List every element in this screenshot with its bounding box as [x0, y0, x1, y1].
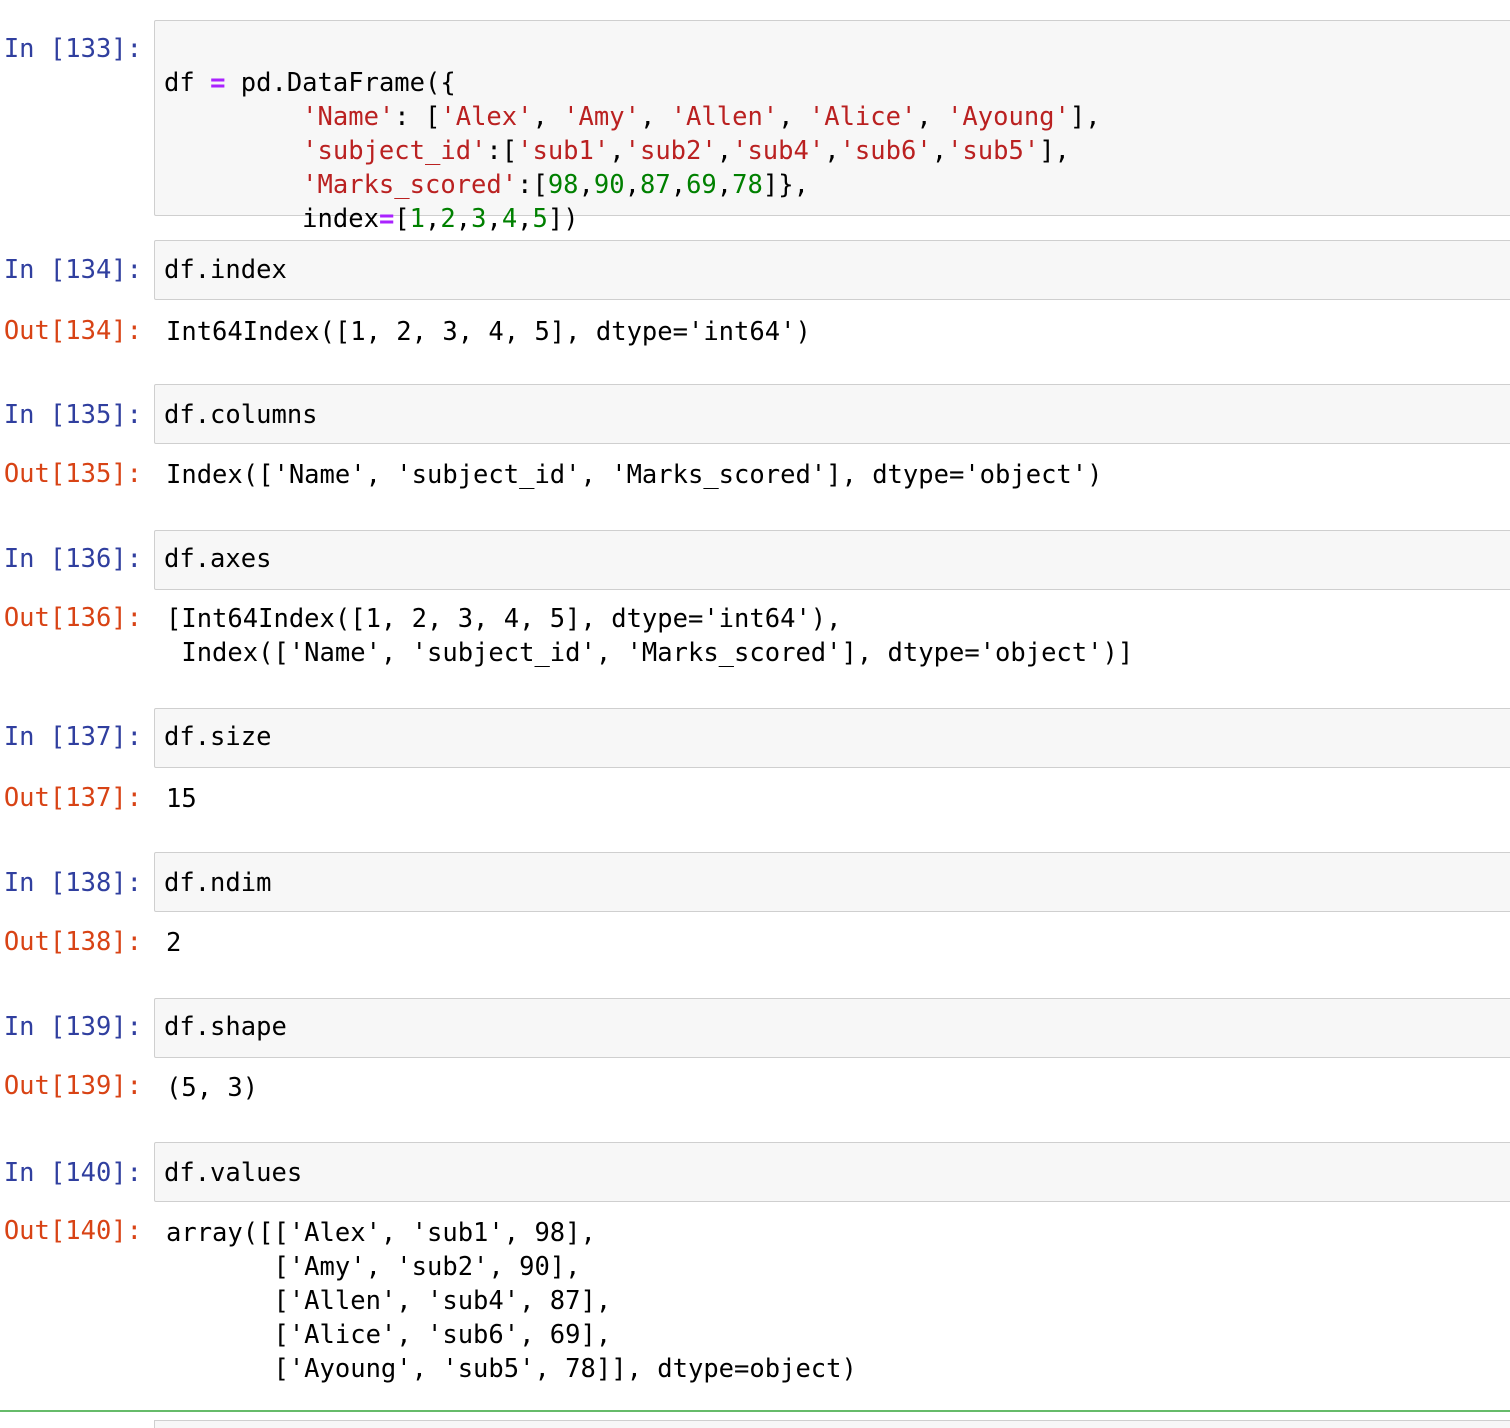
output-text-136: [Int64Index([1, 2, 3, 4, 5], dtype='int6…	[166, 604, 1134, 668]
code-line: 'Marks_scored':[98,90,87,69,78]},	[302, 170, 809, 200]
code-text-138[interactable]: df.ndim	[164, 866, 271, 900]
output-text-140: array([['Alex', 'sub1', 98], ['Amy', 'su…	[166, 1218, 857, 1384]
out-prompt-136: Out[136]:	[3, 603, 142, 633]
code-cell-input-136[interactable]	[154, 530, 1510, 590]
selected-cell-border	[0, 1410, 1510, 1412]
code-cell-input-next[interactable]	[154, 1420, 1510, 1428]
output-text-139: (5, 3)	[166, 1073, 259, 1103]
code-cell-input-137[interactable]	[154, 708, 1510, 768]
code-line: index=[1,2,3,4,5])	[302, 204, 579, 234]
out-prompt-137: Out[137]:	[3, 783, 142, 813]
in-prompt-134: In [134]:	[3, 255, 142, 285]
output-text-135: Index(['Name', 'subject_id', 'Marks_scor…	[166, 460, 1103, 490]
code-text-140[interactable]: df.values	[164, 1156, 302, 1190]
in-prompt-135: In [135]:	[3, 400, 142, 430]
out-prompt-134: Out[134]:	[3, 316, 142, 346]
code-text-136[interactable]: df.axes	[164, 542, 271, 576]
in-prompt-138: In [138]:	[3, 868, 142, 898]
out-prompt-135: Out[135]:	[3, 459, 142, 489]
in-prompt-133: In [133]:	[3, 34, 142, 64]
code-text-135[interactable]: df.columns	[164, 398, 318, 432]
in-prompt-139: In [139]:	[3, 1012, 142, 1042]
out-prompt-139: Out[139]:	[3, 1071, 142, 1101]
out-prompt-138: Out[138]:	[3, 927, 142, 957]
in-prompt-137: In [137]:	[3, 722, 142, 752]
code-line: df = pd.DataFrame({	[164, 68, 456, 98]
code-cell-input-134[interactable]	[154, 240, 1510, 300]
code-cell-input-140[interactable]	[154, 1142, 1510, 1202]
code-text-137[interactable]: df.size	[164, 720, 271, 754]
code-line: 'subject_id':['sub1','sub2','sub4','sub6…	[302, 136, 1070, 166]
output-text-138: 2	[166, 928, 182, 958]
output-text-137: 15	[166, 784, 197, 814]
in-prompt-136: In [136]:	[3, 544, 142, 574]
code-cell-input-139[interactable]	[154, 998, 1510, 1058]
code-text-134[interactable]: df.index	[164, 253, 287, 287]
code-cell-input-135[interactable]	[154, 384, 1510, 444]
in-prompt-140: In [140]:	[3, 1158, 142, 1188]
out-prompt-140: Out[140]:	[3, 1216, 142, 1246]
code-text-133[interactable]: df = pd.DataFrame({ 'Name': ['Alex', 'Am…	[164, 32, 1101, 236]
code-text-139[interactable]: df.shape	[164, 1010, 287, 1044]
output-text-134: Int64Index([1, 2, 3, 4, 5], dtype='int64…	[166, 317, 811, 347]
code-cell-input-138[interactable]	[154, 852, 1510, 912]
code-line: 'Name': ['Alex', 'Amy', 'Allen', 'Alice'…	[302, 102, 1101, 132]
